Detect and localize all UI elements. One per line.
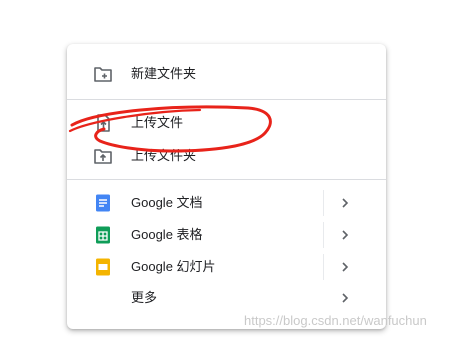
menu-item-label: 新建文件夹 [131, 66, 197, 81]
new-item-menu: 新建文件夹 上传文件 上传文件夹 Google 文档 Google 表格 Goo… [67, 44, 386, 329]
menu-item-google-sheets[interactable]: Google 表格 [67, 219, 386, 251]
menu-item-label: 更多 [131, 290, 158, 305]
menu-item-upload-folder[interactable]: 上传文件夹 [67, 140, 386, 172]
chevron-right-icon [342, 198, 349, 208]
menu-item-upload-file[interactable]: 上传文件 [67, 107, 386, 139]
file-upload-icon [97, 114, 110, 132]
menu-item-label: Google 幻灯片 [131, 259, 216, 274]
watermark-text: https://blog.csdn.net/wanfuchun [244, 313, 427, 328]
folder-upload-icon [94, 149, 112, 164]
menu-item-label: 上传文件 [131, 115, 184, 130]
menu-item-label: 上传文件夹 [131, 148, 197, 163]
menu-divider [67, 99, 386, 100]
menu-item-new-folder[interactable]: 新建文件夹 [67, 58, 386, 90]
submenu-separator [323, 254, 324, 280]
menu-item-google-slides[interactable]: Google 幻灯片 [67, 251, 386, 283]
submenu-separator [323, 190, 324, 216]
menu-item-label: Google 文档 [131, 195, 203, 210]
menu-divider [67, 179, 386, 180]
menu-item-label: Google 表格 [131, 227, 203, 242]
google-slides-icon [96, 258, 110, 276]
submenu-separator [323, 222, 324, 248]
menu-item-google-docs[interactable]: Google 文档 [67, 187, 386, 219]
chevron-right-icon [342, 262, 349, 272]
google-sheets-icon [96, 226, 110, 244]
folder-plus-icon [94, 67, 112, 82]
menu-item-more[interactable]: 更多 [67, 282, 386, 314]
chevron-right-icon [342, 230, 349, 240]
google-docs-icon [96, 194, 110, 212]
chevron-right-icon [342, 293, 349, 303]
stage: 新建文件夹 上传文件 上传文件夹 Google 文档 Google 表格 Goo… [0, 0, 472, 342]
